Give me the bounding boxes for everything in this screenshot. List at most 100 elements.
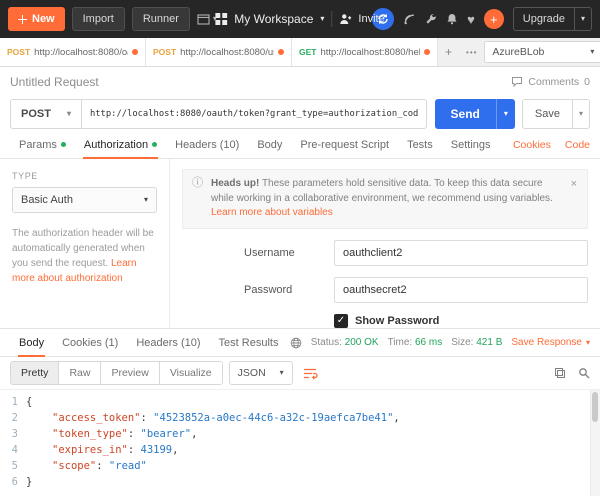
new-button[interactable]: New: [8, 7, 65, 31]
open-new-window-button[interactable]: ▾: [197, 14, 217, 25]
globe-icon[interactable]: [290, 337, 302, 349]
avatar[interactable]: +: [484, 9, 504, 29]
show-password-checkbox[interactable]: ✓: [334, 314, 348, 328]
import-button[interactable]: Import: [72, 7, 125, 31]
json-comma: ,: [393, 412, 399, 424]
upgrade-button[interactable]: Upgrade ▾: [513, 7, 592, 31]
workspace-switcher[interactable]: My Workspace ▾ Invite: [215, 0, 384, 38]
runner-button[interactable]: Runner: [132, 7, 190, 31]
tab-authorization[interactable]: Authorization: [75, 131, 166, 158]
format-select[interactable]: JSON ▾: [229, 361, 293, 385]
format-value: JSON: [238, 367, 266, 379]
tab-prerequest[interactable]: Pre-request Script: [291, 131, 398, 158]
response-body-viewer[interactable]: 1 { 2 "access_token": "4523852a-a0ec-44c…: [0, 389, 600, 496]
satellite-icon: [403, 13, 416, 26]
tab-body[interactable]: Body: [248, 131, 291, 158]
request-subtabs: Params Authorization Headers (10) Body P…: [0, 131, 600, 159]
save-options-caret[interactable]: ▾: [572, 100, 589, 128]
password-field[interactable]: [334, 277, 588, 303]
favorites-button[interactable]: ♥: [467, 13, 475, 26]
comment-icon: [511, 76, 523, 88]
tab-settings[interactable]: Settings: [442, 131, 500, 158]
close-icon[interactable]: ×: [570, 177, 578, 193]
unsaved-dot: [278, 49, 284, 55]
url-row: POST ▾ Send ▾ Save ▾: [0, 97, 600, 131]
upgrade-caret[interactable]: ▾: [574, 8, 591, 30]
environment-zone: AzureBLob ▾ ⚙: [484, 38, 600, 66]
tab-tests[interactable]: Tests: [398, 131, 442, 158]
top-bar: New Import Runner ▾ My Workspace ▾ Invit…: [0, 0, 600, 38]
comments-count: 0: [584, 76, 590, 88]
view-visualize-button[interactable]: Visualize: [160, 362, 222, 384]
send-button[interactable]: Send ▾: [435, 99, 515, 129]
send-label: Send: [435, 107, 496, 121]
tab-headers[interactable]: Headers (10): [166, 131, 248, 158]
plus-icon: [18, 15, 27, 24]
save-button[interactable]: Save ▾: [522, 99, 590, 129]
code-text: "token_type": "bearer",: [26, 426, 197, 442]
notifications-button[interactable]: [446, 13, 458, 25]
code-line: 4 "expires_in": 43199,: [0, 442, 600, 458]
json-string-value: "bearer": [141, 428, 192, 440]
save-response-button[interactable]: Save Response ▾: [511, 337, 590, 348]
environment-select[interactable]: AzureBLob ▾: [484, 41, 600, 63]
view-visualize-label: Visualize: [170, 367, 212, 379]
cookies-link[interactable]: Cookies: [513, 139, 551, 151]
save-label: Save: [523, 108, 572, 120]
response-tab-cookies-label: Cookies (1): [62, 337, 118, 349]
view-pretty-label: Pretty: [21, 367, 48, 379]
scrollbar-track[interactable]: [590, 390, 600, 496]
divider: [331, 11, 332, 27]
response-tab-body[interactable]: Body: [10, 329, 53, 356]
new-tab-button[interactable]: +: [438, 38, 459, 66]
response-tab-cookies[interactable]: Cookies (1): [53, 329, 127, 356]
tab-params[interactable]: Params: [10, 131, 75, 158]
interceptor-button[interactable]: [403, 13, 416, 26]
auth-type-select[interactable]: Basic Auth ▾: [12, 187, 157, 213]
line-number: 3: [0, 426, 26, 442]
plus-icon: +: [445, 45, 452, 59]
invite-label[interactable]: Invite: [358, 13, 384, 25]
wrap-text-icon: [303, 367, 318, 380]
tab-prerequest-label: Pre-request Script: [300, 139, 389, 151]
tab-tests-label: Tests: [407, 139, 433, 151]
comments-button[interactable]: Comments 0: [511, 76, 590, 88]
view-pretty-button[interactable]: Pretty: [11, 362, 59, 384]
wrench-icon: [425, 13, 437, 25]
request-tab-3[interactable]: GET http://localhost:8080/hello: [292, 38, 438, 66]
wrap-text-button[interactable]: [303, 367, 318, 380]
send-options-caret[interactable]: ▾: [496, 99, 515, 129]
comments-label: Comments: [528, 76, 579, 88]
code-line: 3 "token_type": "bearer",: [0, 426, 600, 442]
scrollbar-thumb[interactable]: [592, 392, 598, 422]
tab-options-button[interactable]: •••: [459, 38, 484, 66]
json-comma: ,: [191, 428, 197, 440]
tab-url: http://localhost:8080/user: [180, 47, 274, 58]
username-field[interactable]: [334, 240, 588, 266]
view-mode-segment: Pretty Raw Preview Visualize: [10, 361, 223, 385]
auth-help-text: The authorization header will be automat…: [12, 226, 157, 286]
search-icon[interactable]: [578, 367, 590, 379]
password-label: Password: [244, 284, 334, 296]
save-response-label: Save Response: [511, 337, 582, 348]
json-key: "scope": [52, 460, 96, 472]
response-tab-headers[interactable]: Headers (10): [127, 329, 209, 356]
status-badge: 200 OK: [345, 337, 379, 348]
plus-icon: +: [490, 12, 498, 27]
banner-link[interactable]: Learn more about variables: [211, 207, 333, 218]
view-raw-button[interactable]: Raw: [59, 362, 101, 384]
more-icon: •••: [466, 48, 477, 57]
url-input[interactable]: [82, 99, 427, 129]
method-select[interactable]: POST ▾: [10, 99, 82, 129]
response-view-toolbar: Pretty Raw Preview Visualize JSON ▾: [0, 357, 600, 389]
line-number: 2: [0, 410, 26, 426]
status-key: Status:: [311, 337, 342, 348]
request-tab-1[interactable]: POST http://localhost:8080/oa...: [0, 38, 146, 66]
tools-button[interactable]: [425, 13, 437, 25]
code-link[interactable]: Code: [565, 139, 590, 151]
copy-icon[interactable]: [554, 367, 566, 379]
response-tab-tests[interactable]: Test Results: [210, 329, 288, 356]
response-meta: Status: 200 OK Time: 66 ms Size: 421 B S…: [290, 337, 590, 349]
request-tab-2[interactable]: POST http://localhost:8080/user: [146, 38, 292, 66]
view-preview-button[interactable]: Preview: [101, 362, 159, 384]
